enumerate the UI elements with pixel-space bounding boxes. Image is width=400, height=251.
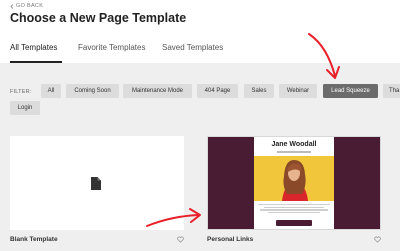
filter-maintenance-mode-button[interactable]: Maintenance Mode: [123, 84, 192, 98]
filter-all-button[interactable]: All: [41, 84, 61, 98]
filter-label: FILTER:: [10, 89, 32, 95]
template-label-personal-links: Personal Links: [207, 236, 254, 243]
filter-webinar-button[interactable]: Webinar: [279, 84, 317, 98]
preview-body-text: [258, 203, 330, 215]
template-label-blank: Blank Template: [10, 236, 58, 243]
favorite-heart-icon[interactable]: [177, 236, 184, 243]
template-card-personal-links[interactable]: Jane Woodall: [207, 136, 381, 230]
preview-name: Jane Woodall: [271, 141, 317, 148]
annotation-arrow-right-icon: [146, 208, 201, 227]
preview-right-panel: [334, 137, 380, 229]
filter-404-page-button[interactable]: 404 Page: [197, 84, 238, 98]
tab-all-templates[interactable]: All Templates: [10, 43, 57, 52]
filter-login-button[interactable]: Login: [10, 101, 40, 115]
template-preview: Jane Woodall: [254, 137, 334, 229]
document-icon: [91, 177, 101, 190]
person-photo-icon: [254, 156, 334, 201]
preview-photo: [254, 156, 334, 201]
chevron-left-icon: [10, 3, 14, 9]
tab-favorite-templates[interactable]: Favorite Templates: [78, 43, 145, 52]
preview-left-panel: [208, 137, 254, 229]
annotation-arrow-down-icon: [308, 33, 340, 79]
filter-lead-squeeze-button[interactable]: Lead Squeeze: [323, 84, 378, 98]
preview-subtitle-line: [254, 150, 334, 154]
filter-coming-soon-button[interactable]: Coming Soon: [66, 84, 119, 98]
favorite-heart-icon[interactable]: [374, 236, 381, 243]
filter-partial-button[interactable]: Tha: [383, 84, 400, 98]
preview-cta-button: [276, 220, 312, 226]
filter-sales-button[interactable]: Sales: [244, 84, 274, 98]
tab-saved-templates[interactable]: Saved Templates: [162, 43, 223, 52]
go-back-label: GO BACK: [16, 3, 44, 9]
go-back-link[interactable]: GO BACK: [10, 3, 43, 9]
page-title: Choose a New Page Template: [10, 11, 187, 25]
